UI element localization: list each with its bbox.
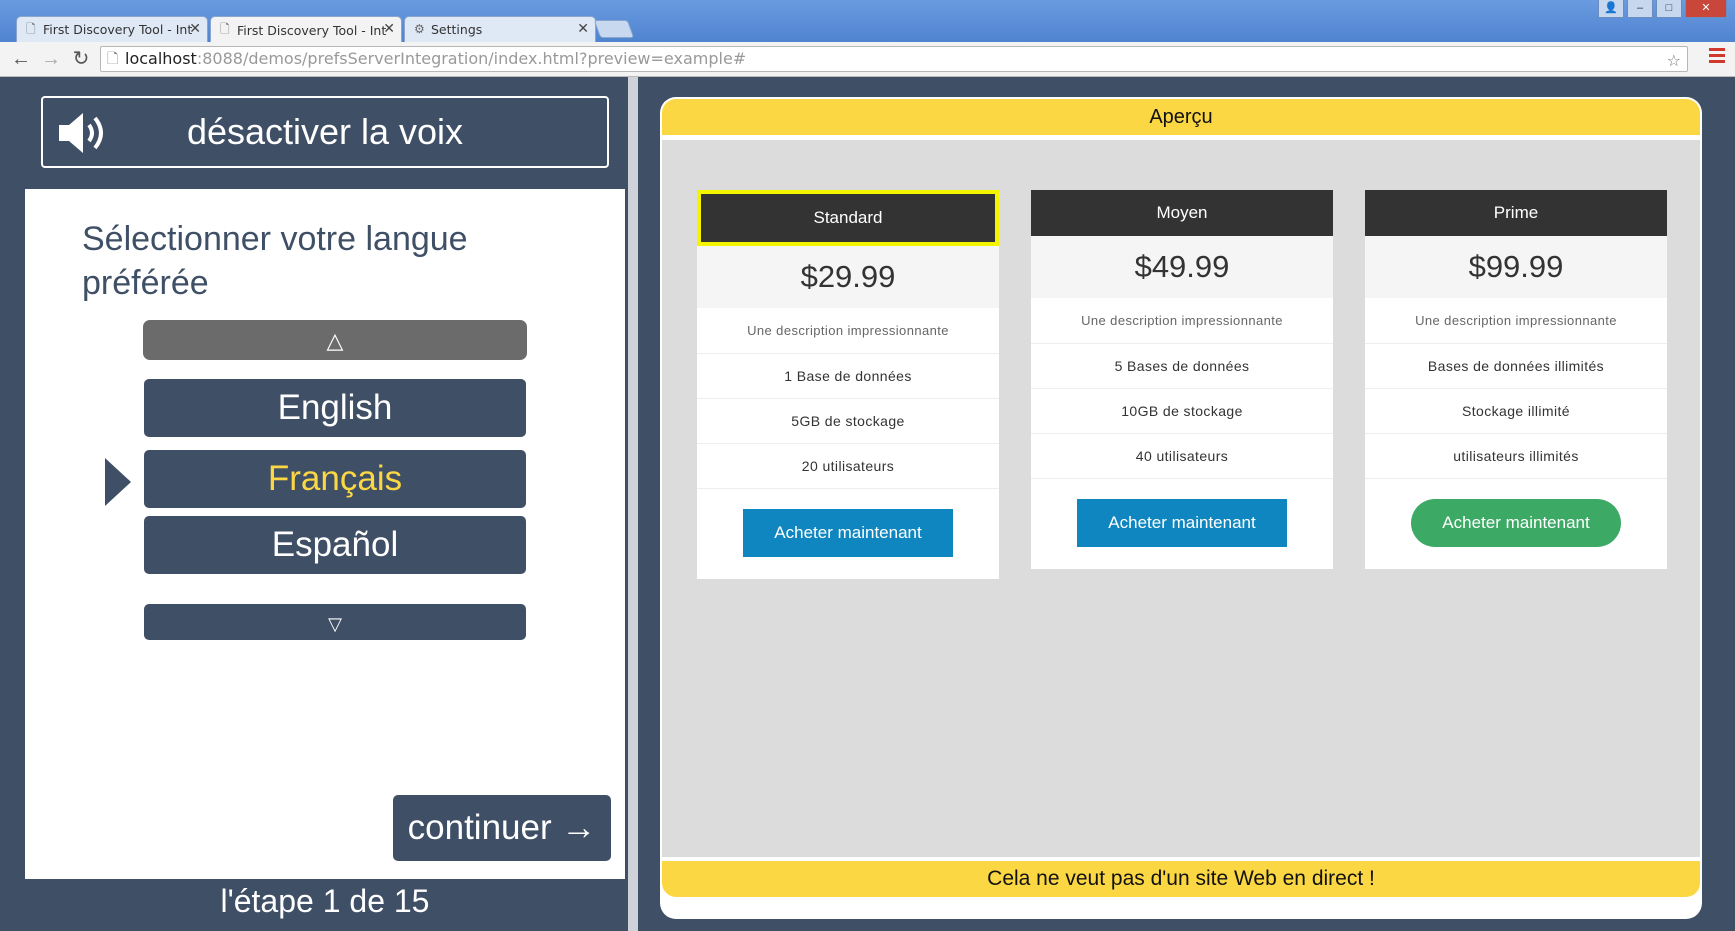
- close-icon[interactable]: ✕: [383, 21, 395, 37]
- card-feature: 1 Base de données: [697, 354, 999, 399]
- tab-settings[interactable]: ⚙ Settings ✕: [404, 16, 596, 42]
- page-icon: 🗋: [220, 22, 230, 36]
- close-icon[interactable]: ✕: [577, 21, 589, 37]
- card-footer: Acheter maintenant: [1365, 479, 1667, 569]
- card-price: $29.99: [697, 246, 999, 308]
- buy-now-button[interactable]: Acheter maintenant: [743, 509, 953, 557]
- tab-first-discovery-1[interactable]: 🗋 First Discovery Tool - Integ ✕: [16, 16, 208, 42]
- star-icon[interactable]: ☆: [1667, 49, 1681, 73]
- language-option-english[interactable]: English: [144, 379, 526, 437]
- card-description: Une description impressionnante: [697, 308, 999, 354]
- browser-chrome: 🗋 First Discovery Tool - Integ ✕ 🗋 First…: [0, 0, 1735, 77]
- voice-label: désactiver la voix: [186, 111, 464, 152]
- tab-label: Settings: [431, 22, 483, 37]
- card-footer: Acheter maintenant: [697, 489, 999, 579]
- speaker-icon: [59, 113, 103, 153]
- address-bar[interactable]: 🗋 localhost:8088/demos/prefsServerIntegr…: [100, 46, 1688, 72]
- card-feature: 20 utilisateurs: [697, 444, 999, 489]
- tab-label: First Discovery Tool - Integ: [43, 22, 193, 37]
- preview-panel: Aperçu Standard $29.99 Une description i…: [660, 97, 1702, 919]
- tab-first-discovery-2[interactable]: 🗋 First Discovery Tool - Integ ✕: [210, 16, 402, 43]
- card-price: $49.99: [1031, 236, 1333, 298]
- buy-now-button[interactable]: Acheter maintenant: [1077, 499, 1287, 547]
- language-option-francais[interactable]: Français: [144, 450, 526, 508]
- step-indicator: l'étape 1 de 15: [220, 883, 430, 919]
- buy-now-button[interactable]: Acheter maintenant: [1411, 499, 1621, 547]
- minimize-button[interactable]: –: [1627, 0, 1653, 18]
- card-feature: 40 utilisateurs: [1031, 434, 1333, 479]
- card-title: Moyen: [1031, 190, 1333, 236]
- scroll-up-button[interactable]: △: [143, 320, 527, 360]
- scroll-down-button[interactable]: ▽: [144, 604, 526, 640]
- card-feature: 10GB de stockage: [1031, 389, 1333, 434]
- url-path: :8088/demos/prefsServerIntegration/index…: [196, 49, 747, 68]
- url-host: localhost: [125, 49, 197, 68]
- user-icon[interactable]: 👤: [1598, 0, 1624, 18]
- card-feature: 5GB de stockage: [697, 399, 999, 444]
- card-description: Une description impressionnante: [1365, 298, 1667, 344]
- tab-strip: 🗋 First Discovery Tool - Integ ✕ 🗋 First…: [0, 0, 1735, 43]
- preview-footer: Cela ne veut pas d'un site Web en direct…: [662, 861, 1700, 897]
- pricing-card-prime: Prime $99.99 Une description impressionn…: [1365, 190, 1667, 569]
- language-prompt: Sélectionner votre langue préférée: [82, 220, 468, 302]
- card-description: Une description impressionnante: [1031, 298, 1333, 344]
- toggle-voice-button[interactable]: désactiver la voix: [41, 96, 609, 168]
- panel-divider: [628, 77, 638, 931]
- page-icon: 🗋: [107, 51, 119, 67]
- window-controls: 👤 – □ ✕: [1598, 0, 1727, 18]
- card-feature: 5 Bases de données: [1031, 344, 1333, 389]
- tab-label: First Discovery Tool - Integ: [237, 22, 387, 38]
- card-feature: utilisateurs illimités: [1365, 434, 1667, 479]
- selection-pointer-icon: [105, 458, 131, 506]
- menu-icon[interactable]: [1709, 48, 1725, 68]
- new-tab-button[interactable]: [593, 20, 635, 38]
- back-arrow-icon[interactable]: ←: [10, 48, 32, 70]
- gear-icon: ⚙: [414, 22, 425, 36]
- maximize-button[interactable]: □: [1656, 0, 1682, 18]
- card-feature: Stockage illimité: [1365, 389, 1667, 434]
- browser-toolbar: ← → ↻ 🗋 localhost:8088/demos/prefsServer…: [0, 42, 1735, 77]
- close-window-button[interactable]: ✕: [1685, 0, 1727, 18]
- language-panel: Sélectionner votre langue préférée △ Eng…: [25, 189, 625, 879]
- card-feature: Bases de données illimités: [1365, 344, 1667, 389]
- discovery-tool-panel: désactiver la voix Sélectionner votre la…: [22, 77, 628, 925]
- language-option-espanol[interactable]: Español: [144, 516, 526, 574]
- preview-area: Standard $29.99 Une description impressi…: [662, 140, 1700, 857]
- preview-header: Aperçu: [662, 99, 1700, 135]
- voice-bar: désactiver la voix: [22, 77, 628, 189]
- page: désactiver la voix Sélectionner votre la…: [0, 77, 1735, 931]
- pricing-card-standard: Standard $29.99 Une description impressi…: [697, 190, 999, 579]
- continue-button[interactable]: continuer →: [393, 795, 611, 861]
- card-title: Prime: [1365, 190, 1667, 236]
- card-title: Standard: [697, 190, 999, 246]
- forward-arrow-icon[interactable]: →: [40, 48, 62, 70]
- pricing-card-moyen: Moyen $49.99 Une description impressionn…: [1031, 190, 1333, 569]
- reload-icon[interactable]: ↻: [70, 48, 92, 70]
- page-icon: 🗋: [26, 22, 36, 36]
- card-price: $99.99: [1365, 236, 1667, 298]
- card-footer: Acheter maintenant: [1031, 479, 1333, 569]
- close-icon[interactable]: ✕: [189, 21, 201, 37]
